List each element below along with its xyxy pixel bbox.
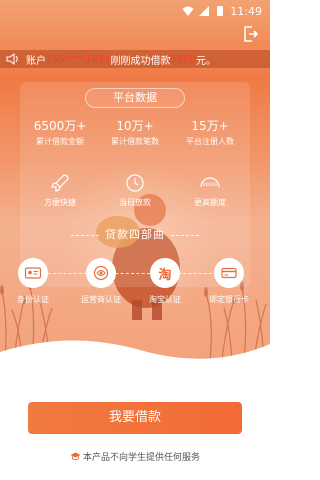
student-notice: 本产品不向学生提供任何服务 — [0, 450, 270, 463]
feature-label: 方便快捷 — [44, 198, 76, 207]
stat-total-count: 10万+ 累计借款笔数 — [97, 118, 173, 148]
process-title: 贷款四部曲 — [105, 228, 165, 241]
step-taobao[interactable]: 淘 淘宝认证 — [135, 258, 195, 305]
battery-icon — [217, 6, 224, 16]
feature-label: 更高额度 — [194, 198, 226, 207]
rocket-icon — [51, 174, 69, 192]
stat-label: 平台注册人数 — [186, 137, 234, 146]
platform-data-title: 平台数据 — [85, 88, 185, 108]
exit-icon[interactable] — [240, 24, 260, 44]
divider-left — [71, 234, 99, 236]
notice-suffix: 元。 — [196, 55, 216, 67]
feature-convenient: 方便快捷 — [22, 172, 98, 208]
feature-higher-limit: 80000 更高额度 — [172, 172, 248, 208]
status-time: 11:49 — [230, 4, 262, 18]
platform-data-card: 平台数据 6500万+ 累计借款金额 10万+ 累计借款笔数 15万+ 平台注册… — [20, 82, 250, 287]
step-label: 运营商认证 — [81, 295, 121, 304]
process-section-title: 贷款四部曲 — [0, 226, 270, 242]
step-circle: 淘 — [150, 258, 180, 288]
speaker-icon — [6, 53, 18, 65]
feature-same-day: 当日放款 — [97, 172, 173, 208]
step-identity[interactable]: 身份认证 — [3, 258, 63, 305]
notice-account: 155****1234 — [46, 53, 111, 65]
stat-label: 累计借款笔数 — [111, 137, 159, 146]
step-bank-card[interactable]: 绑定银行卡 — [199, 258, 259, 305]
student-notice-text: 本产品不向学生提供任何服务 — [82, 453, 200, 463]
stat-label: 累计借款金额 — [36, 137, 84, 146]
notice-middle: 刚刚成功借款 — [110, 55, 171, 67]
step-circle — [18, 258, 48, 288]
feature-label: 当日放款 — [119, 198, 151, 207]
step-label: 绑定银行卡 — [209, 295, 249, 304]
graduation-cap-icon — [70, 452, 81, 461]
wifi-icon — [182, 6, 194, 16]
signal-icon — [199, 6, 210, 16]
step-label: 身份认证 — [17, 295, 49, 304]
notice-prefix: 账户 — [26, 55, 46, 67]
gauge-text: 80000 — [203, 182, 217, 188]
notice-marquee: 账户 155****1234 刚刚成功借款 5000 元。 — [0, 50, 270, 68]
bottom-wave — [0, 340, 270, 360]
status-bar: 11:49 — [0, 0, 270, 22]
step-carrier[interactable]: 运营商认证 — [71, 258, 131, 305]
step-label: 淘宝认证 — [149, 295, 181, 304]
stat-total-amount: 6500万+ 累计借款金额 — [22, 118, 98, 148]
stat-value: 10万+ — [116, 119, 154, 133]
borrow-button[interactable]: 我要借款 — [28, 402, 242, 434]
step-circle — [214, 258, 244, 288]
top-bar — [0, 22, 270, 48]
step-circle — [86, 258, 116, 288]
notice-amount: 5000 — [170, 53, 196, 65]
process-steps: 身份认证 运营商认证 淘 淘宝认证 绑定银行卡 — [0, 258, 270, 318]
bank-card-icon — [221, 267, 237, 279]
taobao-icon: 淘 — [158, 267, 172, 283]
stat-value: 15万+ — [191, 119, 229, 133]
stat-value: 6500万+ — [33, 119, 87, 133]
phone-carrier-icon — [93, 265, 109, 281]
id-card-icon — [24, 267, 42, 279]
divider-right — [171, 234, 199, 236]
gauge-icon: 80000 — [200, 177, 220, 188]
stat-registered-users: 15万+ 平台注册人数 — [172, 118, 248, 148]
clock-icon — [126, 174, 144, 192]
